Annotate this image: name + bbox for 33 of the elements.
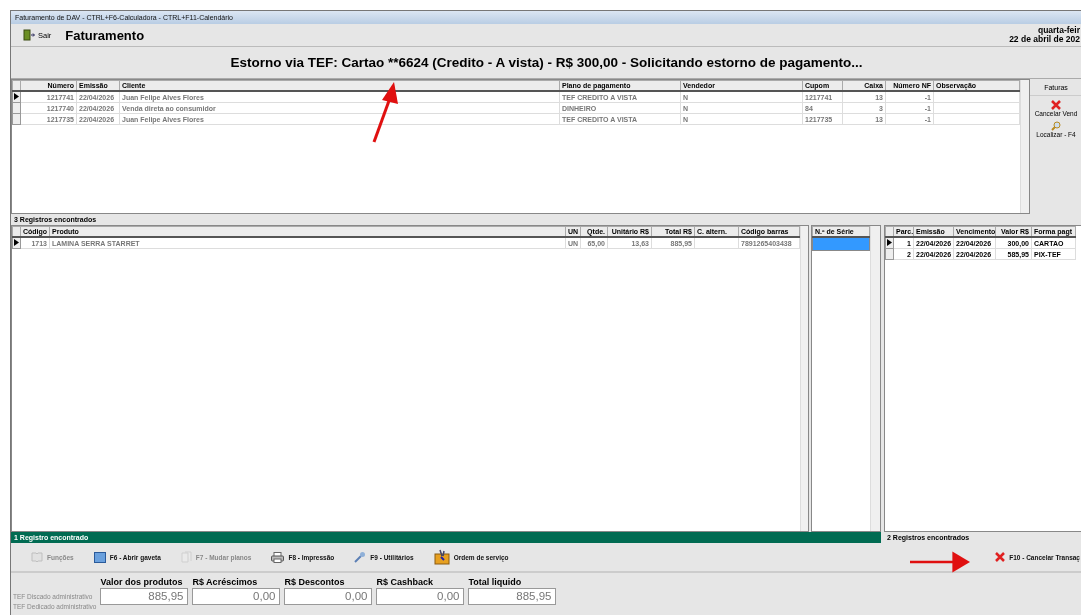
annotation-arrow xyxy=(910,550,970,574)
total-field: 0,00 xyxy=(284,588,373,605)
total-label: R$ Descontos xyxy=(284,577,346,587)
total-field: 0,00 xyxy=(376,588,465,605)
close-icon xyxy=(1051,100,1061,110)
total-field: 885,95 xyxy=(100,588,189,605)
row-indicator[interactable] xyxy=(885,237,894,249)
annotation-arrow xyxy=(370,80,400,144)
scrollbar[interactable] xyxy=(870,226,880,531)
scrollbar[interactable] xyxy=(800,226,808,531)
row-pointer-icon xyxy=(14,93,19,100)
printer-icon xyxy=(271,551,285,563)
total-label: R$ Cashback xyxy=(376,577,434,587)
toolbox-icon xyxy=(433,549,450,565)
scrollbar[interactable] xyxy=(1020,80,1029,213)
search-icon xyxy=(1051,121,1061,131)
date-text: quarta-feir 22 de abril de 202 xyxy=(1009,26,1081,44)
close-icon xyxy=(995,552,1006,562)
total-label: Total liquido xyxy=(468,577,523,587)
page-title: Faturamento xyxy=(65,27,146,43)
total-label: Valor dos produtos xyxy=(100,577,184,587)
total-label: R$ Acréscimos xyxy=(192,577,259,587)
total-field: 0,00 xyxy=(192,588,281,605)
total-field: 885,95 xyxy=(468,588,557,605)
book-icon xyxy=(31,552,43,562)
wrench-icon xyxy=(354,551,367,563)
status-message: Estorno via TEF: Cartao **6624 (Credito - A vista) - R$ 300,00 - Solicitando estorno de pagamento... xyxy=(230,55,863,70)
drawer-icon xyxy=(93,551,106,563)
row-indicator[interactable] xyxy=(12,91,21,103)
door-exit-icon xyxy=(23,29,35,41)
row-indicator[interactable] xyxy=(12,237,21,249)
row-pointer-icon xyxy=(887,239,892,246)
row-pointer-icon xyxy=(14,239,19,246)
